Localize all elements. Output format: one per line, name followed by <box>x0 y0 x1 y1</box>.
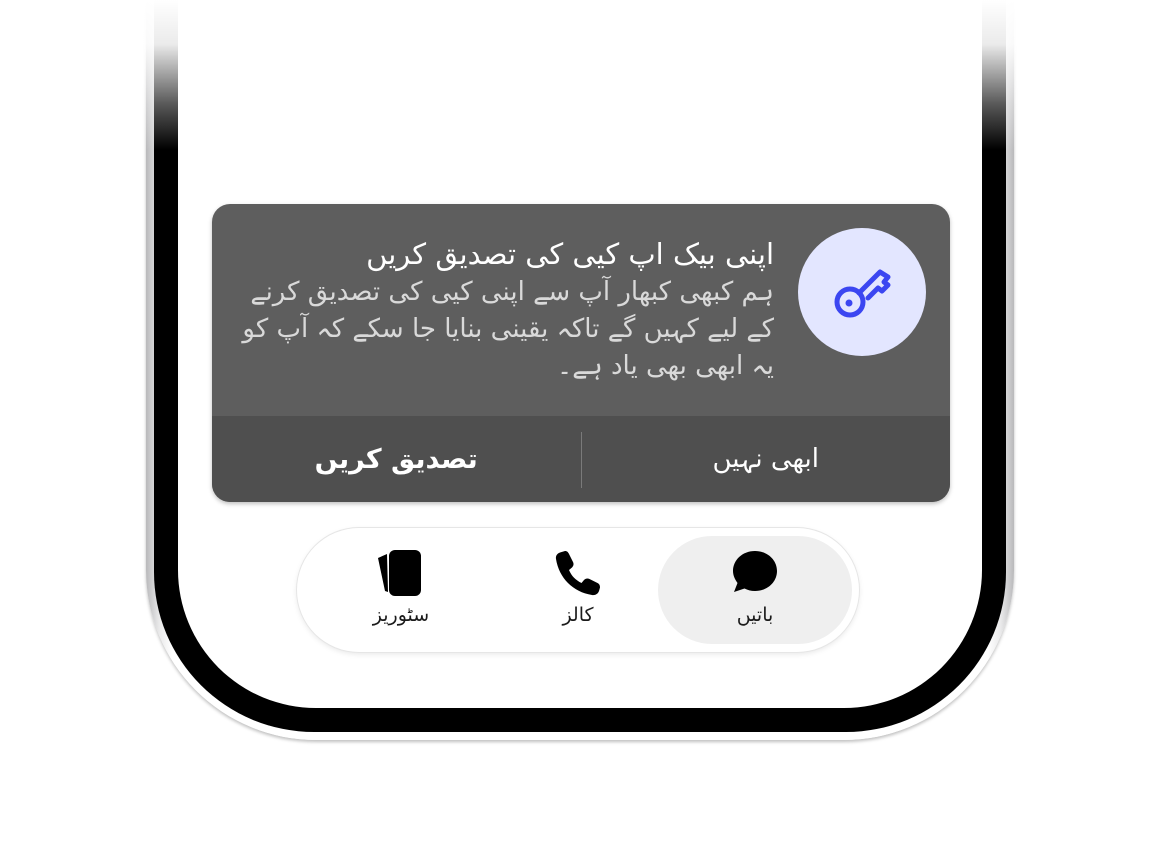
confirm-button[interactable]: تصدیق کریں <box>212 416 581 502</box>
tab-calls[interactable]: کالز <box>481 536 675 644</box>
card-title: اپنی بیک اپ کیی کی تصدیق کریں <box>366 237 774 271</box>
screen: اپنی بیک اپ کیی کی تصدیق کریں ہم کبھی کب… <box>0 0 1160 850</box>
tab-chats-label: باتیں <box>736 604 774 626</box>
tab-stories[interactable]: سٹوریز <box>304 536 498 644</box>
card-actions: ابھی نہیں تصدیق کریں <box>212 416 950 502</box>
tab-calls-label: کالز <box>562 604 594 626</box>
card-text: اپنی بیک اپ کیی کی تصدیق کریں ہم کبھی کب… <box>234 234 774 385</box>
bottom-tab-bar: باتیں کالز سٹوریز <box>297 528 859 652</box>
tab-stories-label: سٹوریز <box>372 604 430 626</box>
not-now-button[interactable]: ابھی نہیں <box>582 416 951 502</box>
stories-icon <box>373 546 429 600</box>
key-avatar <box>798 228 926 356</box>
card-description: ہم کبھی کبھار آپ سے اپنی کیی کی تصدیق کر… <box>242 277 774 381</box>
key-icon <box>834 269 891 318</box>
chat-bubble-icon <box>727 546 783 600</box>
tab-chats[interactable]: باتیں <box>658 536 852 644</box>
verify-backup-key-card: اپنی بیک اپ کیی کی تصدیق کریں ہم کبھی کب… <box>212 204 950 502</box>
phone-icon <box>550 546 606 600</box>
card-body: اپنی بیک اپ کیی کی تصدیق کریں ہم کبھی کب… <box>212 204 950 416</box>
